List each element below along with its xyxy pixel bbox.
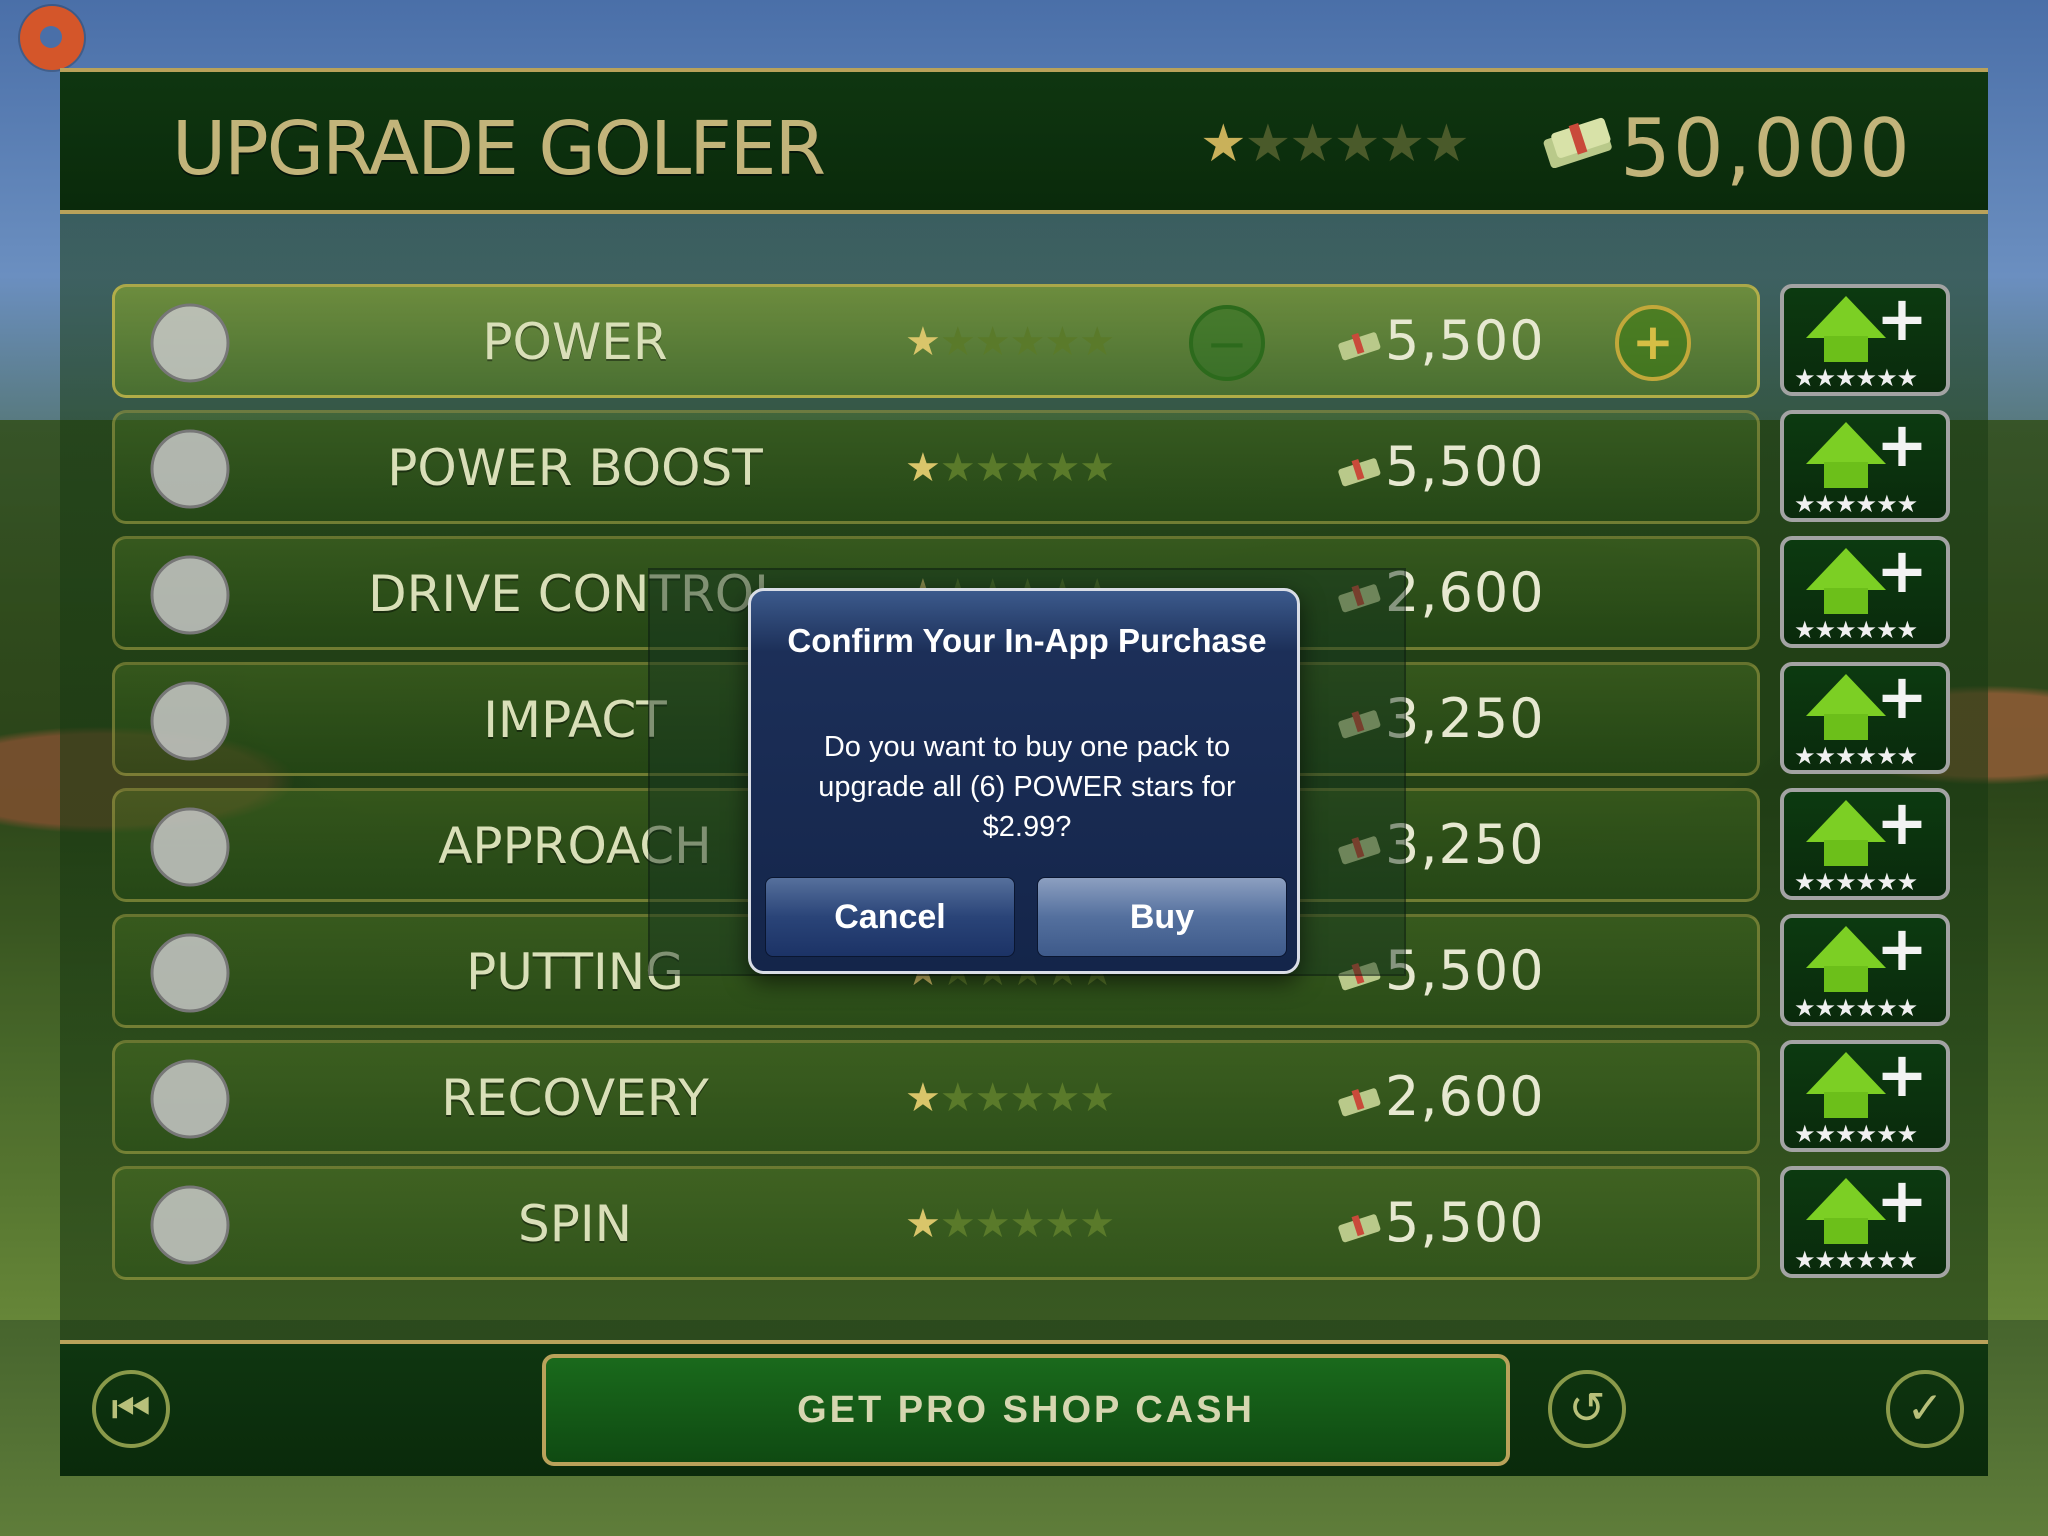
up-arrow-stem bbox=[1824, 588, 1868, 614]
plus-icon: + bbox=[1876, 534, 1928, 607]
max-upgrade-button[interactable]: + ★★★★★★ bbox=[1780, 660, 1950, 774]
undo-icon[interactable]: ↺ bbox=[1548, 1370, 1626, 1448]
max-stars: ★★★★★★ bbox=[1794, 742, 1918, 770]
putter-icon bbox=[135, 909, 245, 1037]
max-stars: ★★★★★★ bbox=[1794, 490, 1918, 518]
purchase-confirm-dialog: Confirm Your In-App Purchase Do you want… bbox=[748, 588, 1300, 974]
attribute-row[interactable]: POWER BOOST ★★★★★★ 5,500 bbox=[112, 410, 1760, 524]
cash-icon bbox=[1335, 1083, 1385, 1117]
golfer-rating-stars: ★★★★★★ bbox=[1200, 114, 1470, 174]
driver-icon bbox=[135, 531, 245, 659]
attribute-stars: ★★★★★★ bbox=[905, 1201, 1115, 1247]
plus-icon: + bbox=[1876, 912, 1928, 985]
attribute-price: 5,500 bbox=[1385, 939, 1545, 1002]
up-arrow-icon bbox=[1806, 548, 1886, 590]
max-upgrade-button[interactable]: + ★★★★★★ bbox=[1780, 912, 1950, 1026]
max-stars: ★★★★★★ bbox=[1794, 616, 1918, 644]
tee-icon bbox=[135, 405, 245, 533]
up-arrow-stem bbox=[1824, 1218, 1868, 1244]
up-arrow-stem bbox=[1824, 336, 1868, 362]
attribute-price: 5,500 bbox=[1385, 309, 1545, 372]
attribute-row[interactable]: POWER ★★★★★★ − +5,500 bbox=[112, 284, 1760, 398]
up-arrow-stem bbox=[1824, 462, 1868, 488]
attribute-stars: ★★★★★★ bbox=[905, 319, 1115, 365]
cash-balance: 50,000 bbox=[1620, 102, 1912, 195]
attribute-row[interactable]: SPIN ★★★★★★ 5,500 bbox=[112, 1166, 1760, 1280]
up-arrow-icon bbox=[1806, 800, 1886, 842]
confirm-check-icon[interactable]: ✓ bbox=[1886, 1370, 1964, 1448]
back-icon[interactable]: ⏮ bbox=[92, 1370, 170, 1448]
max-stars: ★★★★★★ bbox=[1794, 1246, 1918, 1274]
attribute-price: 3,250 bbox=[1385, 687, 1545, 750]
attribute-price: 2,600 bbox=[1385, 561, 1545, 624]
up-arrow-icon bbox=[1806, 1052, 1886, 1094]
up-arrow-icon bbox=[1806, 296, 1886, 338]
max-stars: ★★★★★★ bbox=[1794, 1120, 1918, 1148]
attribute-price: 5,500 bbox=[1385, 435, 1545, 498]
max-stars: ★★★★★★ bbox=[1794, 868, 1918, 896]
up-arrow-icon bbox=[1806, 926, 1886, 968]
page-title: UPGRADE GOLFER bbox=[172, 106, 826, 192]
attribute-price: 5,500 bbox=[1385, 1191, 1545, 1254]
cancel-button[interactable]: Cancel bbox=[765, 877, 1015, 957]
attribute-stars: ★★★★★★ bbox=[905, 1075, 1115, 1121]
cash-icon bbox=[1335, 1209, 1385, 1243]
up-arrow-stem bbox=[1824, 1092, 1868, 1118]
attribute-price: 2,600 bbox=[1385, 1065, 1545, 1128]
max-upgrade-button[interactable]: + ★★★★★★ bbox=[1780, 282, 1950, 396]
attribute-price: 3,250 bbox=[1385, 813, 1545, 876]
grip-icon bbox=[135, 1035, 245, 1163]
up-arrow-icon bbox=[1806, 1178, 1886, 1220]
plus-icon: + bbox=[1876, 786, 1928, 859]
max-upgrade-button[interactable]: + ★★★★★★ bbox=[1780, 534, 1950, 648]
cash-icon bbox=[1335, 327, 1385, 361]
header-bar: UPGRADE GOLFER ★★★★★★ 50,000 bbox=[60, 68, 1988, 214]
get-pro-shop-cash-button[interactable]: GET PRO SHOP CASH bbox=[542, 1354, 1510, 1466]
attribute-label: RECOVERY bbox=[441, 1069, 709, 1127]
plus-icon: + bbox=[1876, 1038, 1928, 1111]
attribute-label: POWER BOOST bbox=[387, 439, 763, 497]
dialog-message: Do you want to buy one pack to upgrade a… bbox=[818, 731, 1236, 843]
up-arrow-stem bbox=[1824, 840, 1868, 866]
attribute-label: SPIN bbox=[517, 1195, 633, 1253]
up-arrow-stem bbox=[1824, 714, 1868, 740]
increase-button[interactable]: + bbox=[1615, 305, 1691, 381]
dialog-title: Confirm Your In-App Purchase bbox=[787, 622, 1267, 659]
iron-icon bbox=[135, 657, 245, 785]
up-arrow-stem bbox=[1824, 966, 1868, 992]
cash-icon bbox=[1335, 453, 1385, 487]
plus-icon: + bbox=[1876, 660, 1928, 733]
max-upgrade-button[interactable]: + ★★★★★★ bbox=[1780, 1038, 1950, 1152]
decrease-button[interactable]: − bbox=[1189, 305, 1265, 381]
plus-icon: + bbox=[1876, 408, 1928, 481]
wedge-icon bbox=[135, 783, 245, 911]
max-upgrade-button[interactable]: + ★★★★★★ bbox=[1780, 408, 1950, 522]
max-upgrade-button[interactable]: + ★★★★★★ bbox=[1780, 786, 1950, 900]
max-stars: ★★★★★★ bbox=[1794, 994, 1918, 1022]
attribute-label: POWER bbox=[482, 313, 668, 371]
cash-icon bbox=[1543, 117, 1612, 168]
up-arrow-icon bbox=[1806, 422, 1886, 464]
buy-button[interactable]: Buy bbox=[1037, 877, 1287, 957]
up-arrow-icon bbox=[1806, 674, 1886, 716]
max-stars: ★★★★★★ bbox=[1794, 364, 1918, 392]
attribute-row[interactable]: RECOVERY ★★★★★★ 2,600 bbox=[112, 1040, 1760, 1154]
plus-icon: + bbox=[1876, 1164, 1928, 1237]
attribute-stars: ★★★★★★ bbox=[905, 445, 1115, 491]
golf-ball-icon bbox=[135, 1161, 245, 1289]
plus-icon: + bbox=[1876, 282, 1928, 355]
glove-icon bbox=[135, 279, 245, 407]
max-upgrade-button[interactable]: + ★★★★★★ bbox=[1780, 1164, 1950, 1278]
origin-logo-icon bbox=[20, 6, 84, 70]
